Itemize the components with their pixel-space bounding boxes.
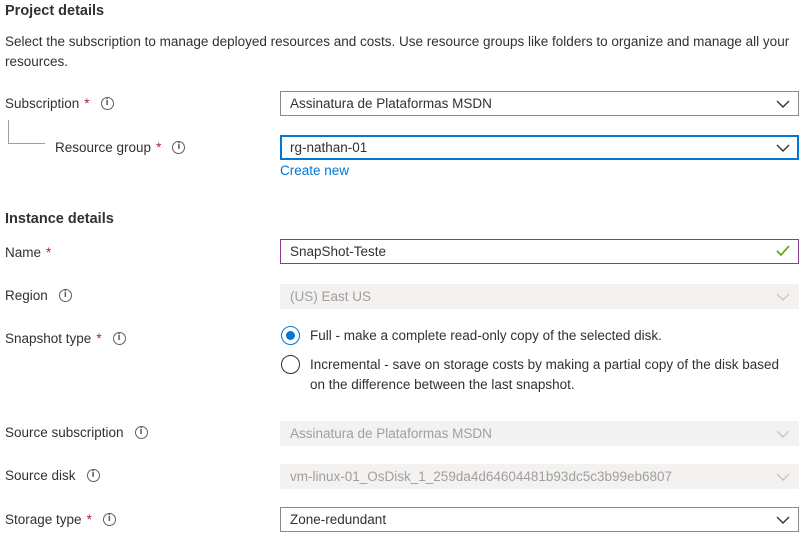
subscription-value: Assinatura de Plataformas MSDN	[290, 96, 492, 111]
resource-group-value: rg-nathan-01	[290, 140, 368, 155]
region-label-text: Region	[5, 288, 48, 303]
storage-type-label-text: Storage type	[5, 512, 82, 527]
source-disk-label: Source disk i	[5, 468, 100, 483]
project-details-description: Select the subscription to manage deploy…	[5, 34, 790, 69]
source-disk-dropdown: vm-linux-01_OsDisk_1_259da4d64604481b93d…	[280, 464, 799, 489]
storage-type-dropdown[interactable]: Zone-redundant	[280, 507, 799, 532]
info-icon[interactable]: i	[102, 513, 116, 526]
info-icon[interactable]: i	[86, 469, 100, 482]
instance-details-heading: Instance details	[5, 211, 114, 227]
resource-group-dropdown[interactable]: rg-nathan-01	[280, 135, 799, 160]
region-dropdown: (US) East US	[280, 284, 799, 309]
checkmark-icon	[776, 244, 790, 259]
subscription-label: Subscription * i	[5, 96, 114, 111]
required-marker: *	[84, 96, 90, 111]
storage-type-label: Storage type * i	[5, 512, 116, 527]
option-label: Full - make a complete read-only copy of…	[310, 328, 662, 343]
required-marker: *	[96, 331, 102, 346]
storage-type-value: Zone-redundant	[290, 512, 387, 527]
resource-group-label-text: Resource group	[55, 140, 152, 155]
option-label: Incremental - save on storage costs by m…	[310, 357, 779, 392]
info-icon[interactable]: i	[172, 141, 186, 154]
source-subscription-label: Source subscription i	[5, 425, 148, 440]
snapshot-type-label: Snapshot type * i	[5, 331, 126, 346]
name-value: SnapShot-Teste	[290, 244, 387, 259]
chevron-down-icon	[776, 516, 790, 524]
chevron-down-icon	[776, 293, 790, 301]
resource-group-label: Resource group * i	[55, 140, 186, 155]
snapshot-type-option-incremental[interactable]: Incremental - save on storage costs by m…	[281, 355, 781, 395]
required-marker: *	[46, 245, 52, 260]
chevron-down-icon	[776, 100, 790, 108]
name-input[interactable]: SnapShot-Teste	[280, 239, 799, 264]
subscription-dropdown[interactable]: Assinatura de Plataformas MSDN	[280, 91, 799, 116]
info-icon[interactable]: i	[58, 289, 72, 302]
source-disk-label-text: Source disk	[5, 468, 76, 483]
chevron-down-icon	[776, 144, 790, 152]
required-marker: *	[86, 512, 92, 527]
info-icon[interactable]: i	[100, 97, 114, 110]
name-label-text: Name	[5, 245, 42, 260]
chevron-down-icon	[776, 430, 790, 438]
info-icon[interactable]: i	[112, 332, 126, 345]
source-subscription-label-text: Source subscription	[5, 425, 124, 440]
create-new-link[interactable]: Create new	[280, 163, 349, 178]
region-value: (US) East US	[290, 289, 372, 304]
snapshot-type-option-full[interactable]: Full - make a complete read-only copy of…	[281, 326, 796, 346]
source-subscription-dropdown: Assinatura de Plataformas MSDN	[280, 421, 799, 446]
chevron-down-icon	[776, 473, 790, 481]
required-marker: *	[156, 140, 162, 155]
project-details-heading: Project details	[5, 3, 105, 19]
source-subscription-value: Assinatura de Plataformas MSDN	[290, 426, 492, 441]
radio-button-selected[interactable]	[281, 326, 300, 345]
snapshot-type-label-text: Snapshot type	[5, 331, 92, 346]
tree-connector	[8, 120, 45, 144]
info-icon[interactable]: i	[134, 426, 148, 439]
radio-button[interactable]	[281, 355, 300, 374]
region-label: Region i	[5, 288, 72, 303]
name-label: Name *	[5, 245, 51, 260]
source-disk-value: vm-linux-01_OsDisk_1_259da4d64604481b93d…	[290, 469, 673, 484]
subscription-label-text: Subscription	[5, 96, 80, 111]
